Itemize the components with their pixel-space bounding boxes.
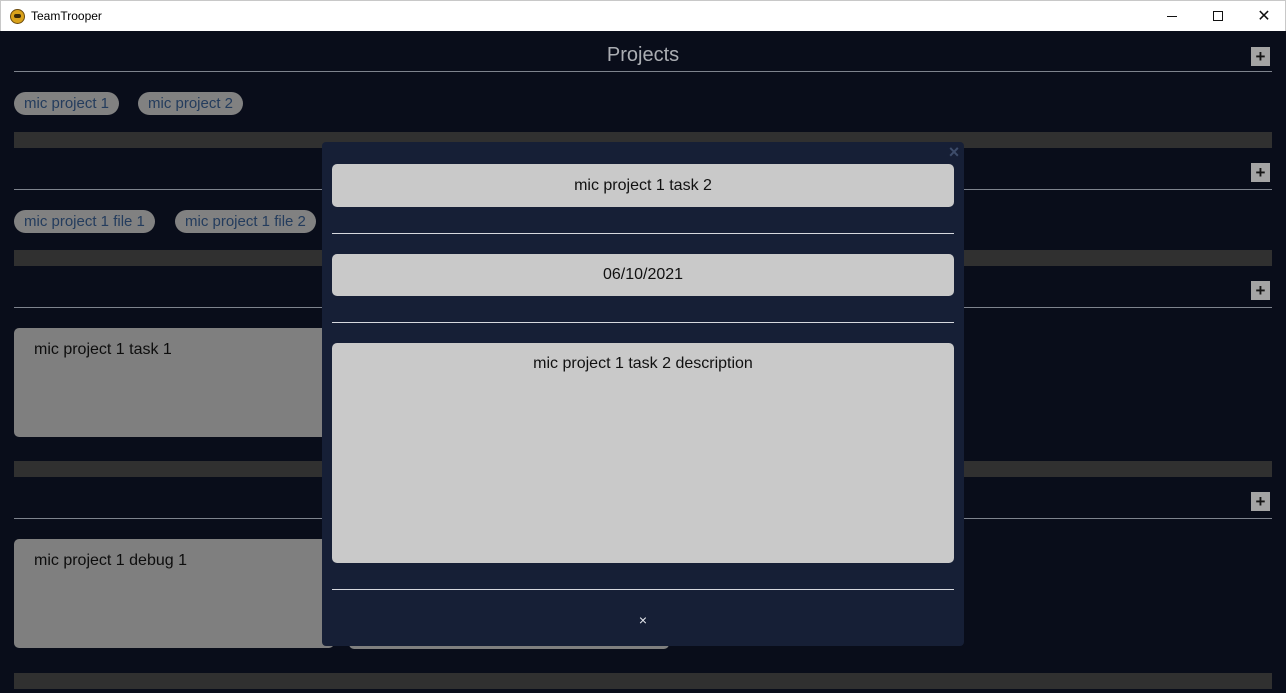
- maximize-icon: [1213, 11, 1223, 21]
- app-logo-icon: [10, 9, 25, 24]
- close-modal-button[interactable]: ×: [633, 612, 653, 628]
- divider: [332, 233, 954, 234]
- minimize-button[interactable]: [1149, 1, 1195, 31]
- task-date-field[interactable]: 06/10/2021: [332, 254, 954, 296]
- minimize-icon: [1167, 15, 1177, 17]
- close-window-button[interactable]: ✕: [1241, 1, 1286, 31]
- task-description-field[interactable]: mic project 1 task 2 description: [332, 343, 954, 563]
- task-name-field[interactable]: mic project 1 task 2: [332, 164, 954, 207]
- divider: [332, 322, 954, 323]
- window-title: TeamTrooper: [31, 9, 102, 23]
- close-icon: ✕: [1257, 8, 1271, 25]
- divider: [332, 589, 954, 590]
- window-titlebar: TeamTrooper ✕: [0, 0, 1286, 31]
- close-icon[interactable]: ×: [945, 142, 963, 163]
- maximize-button[interactable]: [1195, 1, 1241, 31]
- task-edit-modal: × mic project 1 task 2 06/10/2021 mic pr…: [322, 142, 964, 646]
